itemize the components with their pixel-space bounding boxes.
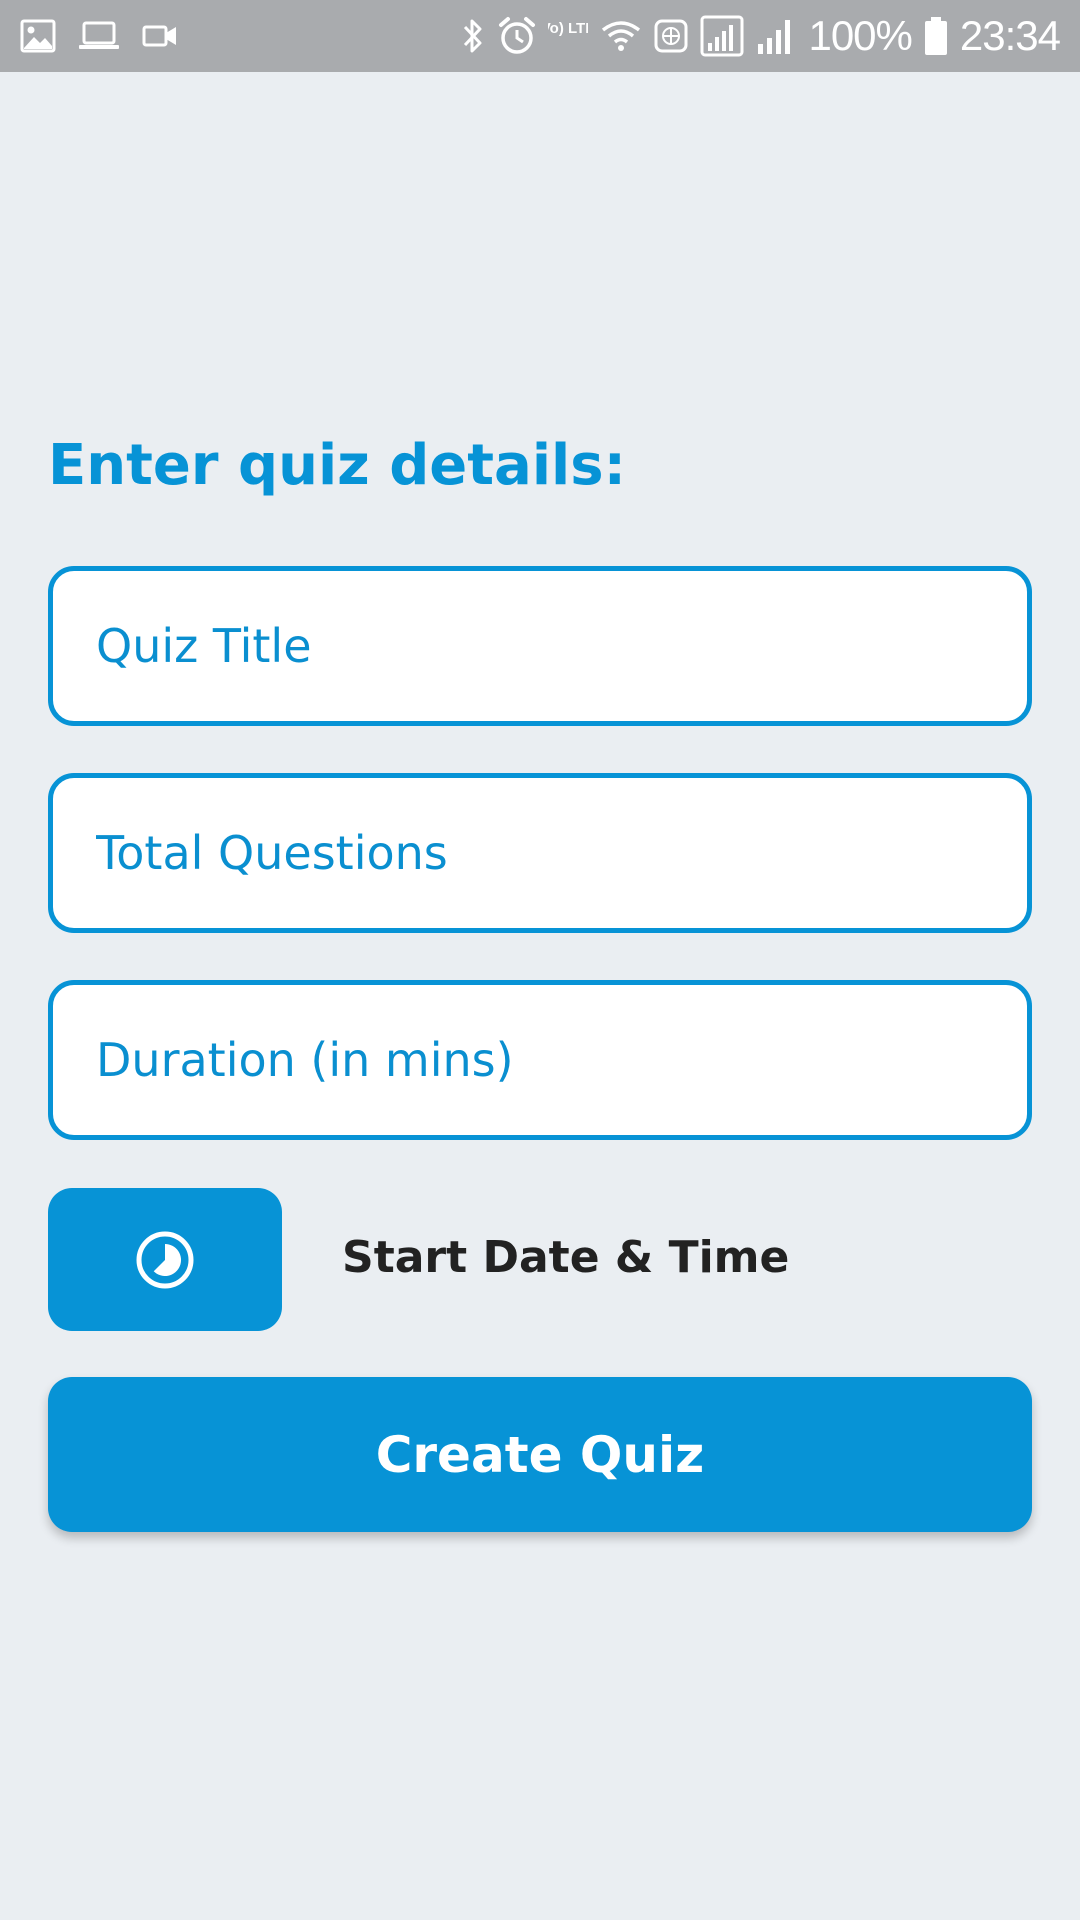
total-questions-field[interactable] — [48, 773, 1032, 933]
laptop-icon — [78, 21, 120, 51]
clock: 23:34 — [959, 12, 1061, 59]
duration-field[interactable] — [48, 980, 1032, 1140]
duration-input[interactable] — [53, 985, 1027, 1135]
signal-icon — [700, 15, 744, 57]
wifi-icon — [600, 18, 642, 54]
page-title: Enter quiz details: — [48, 433, 626, 498]
system-icons: Vo) LTE — [460, 12, 1061, 60]
notification-icons — [20, 19, 178, 53]
create-quiz-button[interactable]: Create Quiz — [48, 1377, 1032, 1532]
video-camera-icon — [142, 22, 178, 50]
alarm-icon — [498, 16, 536, 56]
battery-icon — [924, 16, 948, 56]
data-saver-icon — [654, 19, 688, 53]
total-questions-input[interactable] — [53, 778, 1027, 928]
volte-text: Vo) LTE — [548, 20, 588, 37]
quiz-title-input[interactable] — [53, 571, 1027, 721]
start-date-time-label: Start Date & Time — [342, 1232, 790, 1283]
status-bar: Vo) LTE — [0, 0, 1080, 72]
clock-icon — [134, 1229, 196, 1291]
volte-icon: Vo) LTE — [548, 16, 588, 56]
pick-date-time-button[interactable] — [48, 1188, 282, 1331]
quiz-title-field[interactable] — [48, 566, 1032, 726]
signal-icon-2 — [756, 16, 796, 56]
bluetooth-icon — [460, 16, 486, 56]
image-icon — [20, 19, 56, 53]
battery-percent: 100% — [808, 12, 912, 59]
